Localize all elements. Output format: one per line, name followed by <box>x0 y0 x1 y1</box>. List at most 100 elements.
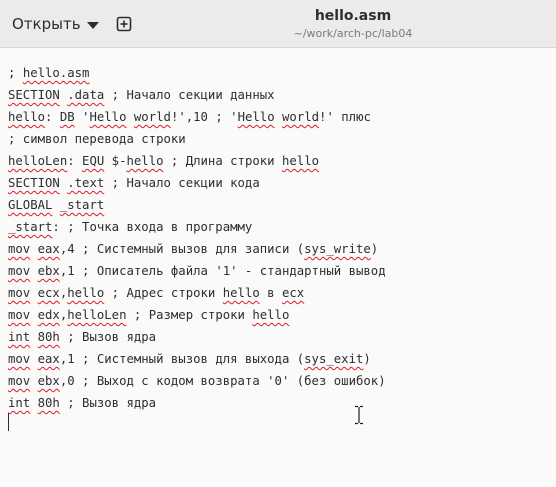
spellcheck-flagged-word: hello <box>281 154 320 168</box>
spellcheck-flagged-word: .data <box>67 88 105 102</box>
spellcheck-flagged-word: mov <box>8 374 31 388</box>
spellcheck-flagged-word: ebx <box>37 264 60 278</box>
text-caret <box>8 413 9 431</box>
spellcheck-flagged-word: _start <box>59 198 105 212</box>
code-text: ' <box>74 110 90 124</box>
spellcheck-flagged-word: EQU <box>82 154 105 168</box>
spellcheck-flagged-word: world <box>133 110 171 124</box>
spellcheck-flagged-word: sys_exit <box>304 352 364 366</box>
code-text: : <box>45 110 60 124</box>
spellcheck-flagged-word: ecx <box>282 286 305 300</box>
code-text: в <box>259 286 282 300</box>
code-line: SECTION .text ; Начало секции кода <box>8 172 386 194</box>
code-line: int 80h ; Вызов ядра <box>8 392 386 414</box>
code-text: !' плюс <box>319 110 371 124</box>
spellcheck-flagged-word: 80h <box>37 396 60 410</box>
code-line: mov eax,1 ; Системный вызов для выхода (… <box>8 348 386 370</box>
spellcheck-flagged-word: edx <box>37 308 60 322</box>
code-text: ; Адрес строки <box>104 286 223 300</box>
window-title-block: hello.asm ~/work/arch-pc/lab04 <box>200 6 506 42</box>
spellcheck-flagged-word: _start <box>8 220 53 234</box>
code-line: mov edx,helloLen ; Размер строки hello <box>8 304 386 326</box>
text-editor-area[interactable]: ; hello.asm SECTION .data ; Начало секции… <box>0 48 556 487</box>
spellcheck-flagged-word: eax <box>37 242 60 256</box>
code-line: mov ebx,1 ; Описатель файла '1' - станда… <box>8 260 386 282</box>
spellcheck-flagged-word: int <box>8 330 31 344</box>
code-line: mov eax,4 ; Системный вызов для записи (… <box>8 238 386 260</box>
spellcheck-flagged-word: SECTION <box>8 176 60 190</box>
code-content[interactable]: ; hello.asm SECTION .data ; Начало секции… <box>8 62 386 414</box>
code-text: ; Длина строки <box>163 154 282 168</box>
window-title: hello.asm <box>314 8 392 24</box>
code-text: ; символ перевода строки <box>8 132 186 146</box>
code-line: _start: ; Точка входа в программу <box>8 216 386 238</box>
spellcheck-flagged-word: world <box>282 110 320 124</box>
spellcheck-flagged-word: .text <box>67 176 105 190</box>
spellcheck-flagged-word: helloLen <box>8 154 68 168</box>
code-line: int 80h ; Вызов ядра <box>8 326 386 348</box>
code-line: mov ebx,0 ; Выход с кодом возврата '0' (… <box>8 370 386 392</box>
code-text: $- <box>104 154 127 168</box>
spellcheck-flagged-word: mov <box>8 308 31 322</box>
spellcheck-flagged-word: ebx <box>37 374 60 388</box>
code-text: ,1 ; Описатель файла '1' - стандартный в… <box>59 264 386 278</box>
open-button-label: Открыть <box>12 15 81 33</box>
spellcheck-flagged-word: hello <box>67 286 105 300</box>
code-line: GLOBAL _start <box>8 194 386 216</box>
chevron-down-icon <box>86 21 99 29</box>
spellcheck-flagged-word: mov <box>8 242 31 256</box>
text-editor-window: Открыть hello.asm ~/work/arch-pc/lab04 ;… <box>0 0 556 487</box>
code-text: !',10 ; ' <box>170 110 238 124</box>
window-subtitle-path: ~/work/arch-pc/lab04 <box>293 27 413 40</box>
spellcheck-flagged-word: GLOBAL <box>8 198 53 212</box>
code-text: : ; Точка входа в программу <box>52 220 253 234</box>
spellcheck-flagged-word: helloLen <box>67 308 127 322</box>
code-text: ,4 ; Системный вызов для записи ( <box>59 242 305 256</box>
new-document-icon <box>116 16 132 32</box>
spellcheck-flagged-word: sys_write <box>304 242 371 256</box>
spellcheck-flagged-word: ecx <box>37 286 60 300</box>
spellcheck-flagged-word: eax <box>37 352 60 366</box>
code-line: SECTION .data ; Начало секции данных <box>8 84 386 106</box>
spellcheck-flagged-word: Hello <box>237 110 275 124</box>
spellcheck-flagged-word: hello <box>8 110 46 124</box>
code-text: ; <box>8 66 23 80</box>
ibeam-cursor-icon <box>355 405 363 425</box>
code-line: ; символ перевода строки <box>8 128 386 150</box>
code-text: : <box>67 154 83 168</box>
open-button[interactable]: Открыть <box>4 8 107 40</box>
spellcheck-flagged-word: mov <box>8 286 31 300</box>
code-text: ; Начало секции данных <box>104 88 275 102</box>
code-text: ; Вызов ядра <box>59 396 157 410</box>
code-line: mov ecx,hello ; Адрес строки hello в ecx <box>8 282 386 304</box>
code-line: hello: DB 'Hello world!',10 ; 'Hello wor… <box>8 106 386 128</box>
code-text: ,1 ; Системный вызов для выхода ( <box>59 352 305 366</box>
spellcheck-flagged-word: int <box>8 396 31 410</box>
spellcheck-flagged-word: mov <box>8 264 31 278</box>
code-text: ) <box>363 352 371 366</box>
spellcheck-flagged-word: hello <box>126 154 164 168</box>
spellcheck-flagged-word: hello <box>252 308 290 322</box>
spellcheck-flagged-word: 80h <box>37 330 60 344</box>
spellcheck-flagged-word: hello <box>222 286 260 300</box>
code-text: ) <box>370 242 379 256</box>
code-text: ; Размер строки <box>126 308 253 322</box>
code-line: ; hello.asm <box>8 62 386 84</box>
code-line: helloLen: EQU $-hello ; Длина строки hel… <box>8 150 386 172</box>
new-document-button[interactable] <box>110 10 138 38</box>
spellcheck-flagged-word: hello.asm <box>22 66 90 80</box>
code-text: ,0 ; Выход с кодом возврата '0' (без оши… <box>59 374 386 388</box>
spellcheck-flagged-word: Hello <box>89 110 127 124</box>
spellcheck-flagged-word: mov <box>8 352 31 366</box>
